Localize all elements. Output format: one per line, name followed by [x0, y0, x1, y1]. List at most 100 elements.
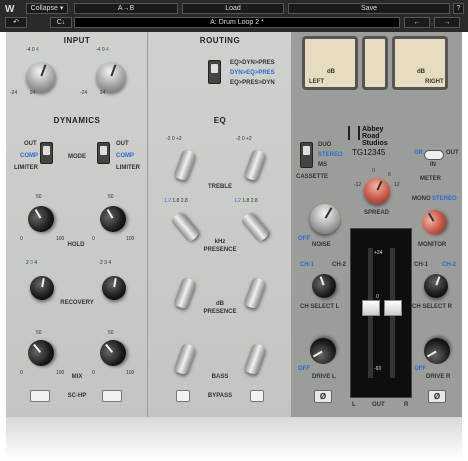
- ch-select-l-knob[interactable]: [308, 270, 340, 302]
- help-button[interactable]: ?: [453, 3, 464, 14]
- bass-left-lever[interactable]: [173, 342, 197, 376]
- copy-button[interactable]: C↓: [50, 17, 72, 28]
- mix-right-knob[interactable]: [94, 334, 132, 372]
- dynamics-title: DYNAMICS: [53, 116, 101, 125]
- ch-select-l-ch1-label: CH-1: [300, 262, 315, 268]
- input-left-scale-low: -24 24: [10, 90, 36, 96]
- recovery-left-knob[interactable]: [28, 274, 56, 302]
- hold-right-scale: 50: [108, 194, 114, 200]
- load-button[interactable]: Load: [182, 3, 284, 14]
- spread-scale-min: -12: [354, 182, 362, 188]
- fader-out-label: OUT: [372, 402, 385, 408]
- input-right-scale-top: -4 0 4: [96, 47, 109, 53]
- recovery-left-scale: 2 3 4: [26, 260, 38, 266]
- abbey-road-logo-icon: [348, 126, 360, 140]
- prev-preset-button[interactable]: ←: [404, 17, 430, 28]
- presence-db-left-lever[interactable]: [173, 276, 197, 310]
- right-vu-meter: dB RIGHT: [392, 36, 448, 90]
- meter-db-label-right: dB: [417, 69, 425, 75]
- ch-select-r-ch1-label: CH-1: [414, 262, 429, 268]
- hold-left-knob[interactable]: [23, 201, 59, 237]
- fader-l-label: L: [352, 402, 356, 408]
- schp-right-button[interactable]: [102, 390, 122, 402]
- bass-right-lever[interactable]: [243, 342, 267, 376]
- ch-select-r-knob[interactable]: [420, 270, 452, 302]
- ch-select-l-ch2-label: CH-2: [332, 262, 347, 268]
- drive-l-off-label: OFF: [298, 366, 310, 372]
- next-preset-button[interactable]: →: [434, 17, 460, 28]
- input-title: INPUT: [63, 36, 91, 45]
- treble-right-lever[interactable]: [243, 148, 267, 182]
- eq-title: EQ: [213, 116, 227, 125]
- bypass-label: BYPASS: [207, 393, 233, 399]
- presence-khz-label: kHz PRESENCE: [203, 239, 237, 253]
- ab-compare-button[interactable]: A→B: [74, 3, 178, 14]
- treble-left-lever[interactable]: [173, 148, 197, 182]
- monitor-mono-label: MONO: [412, 196, 431, 202]
- brand-label: Abbey Road Studios: [362, 126, 388, 147]
- mix-left-max: 100: [56, 370, 65, 376]
- drive-l-label: DRIVE L: [312, 374, 336, 380]
- mix-left-knob[interactable]: [22, 334, 60, 372]
- mix-right-min: 0: [92, 370, 95, 376]
- tg12345-section: dB LEFT dB RIGHT Abbey Road Studios TG12…: [292, 32, 462, 417]
- meter-label: METER: [420, 176, 441, 182]
- drive-l-knob[interactable]: [305, 333, 341, 369]
- input-left-scale-top: -4 0 4: [26, 47, 39, 53]
- recovery-label: RECOVERY: [60, 300, 94, 306]
- monitor-stereo-label: STEREO: [432, 196, 457, 202]
- bypass-right-button[interactable]: [250, 390, 264, 402]
- recovery-right-knob[interactable]: [100, 274, 128, 302]
- preset-name-field[interactable]: A: Drum Loop 2 *: [74, 17, 400, 28]
- meter-switch[interactable]: [424, 150, 444, 160]
- drive-r-knob[interactable]: [419, 333, 455, 369]
- bypass-left-button[interactable]: [176, 390, 190, 402]
- mix-right-max: 100: [126, 370, 135, 376]
- fader-left-cap[interactable]: [362, 300, 380, 316]
- routing-title: ROUTING: [199, 36, 241, 45]
- dyn-right-mode-toggle[interactable]: [97, 142, 110, 164]
- routing-option-1: EQ>DYN>PRES: [230, 60, 275, 66]
- spread-scale-mid: 6: [388, 172, 391, 178]
- drive-r-label: DRIVE R: [426, 374, 451, 380]
- undo-button[interactable]: ↶: [5, 17, 27, 28]
- spread-label: SPREAD: [364, 210, 390, 216]
- treble-right-scale: -2 0 +2: [236, 136, 252, 142]
- meter-in-label: IN: [430, 162, 436, 168]
- routing-selector[interactable]: [208, 60, 221, 84]
- cassette-label: CASSETTE: [296, 174, 329, 180]
- save-button[interactable]: Save: [288, 3, 450, 14]
- spread-scale-zero: 0: [372, 168, 375, 174]
- collapse-button[interactable]: Collapse ▾: [26, 3, 68, 14]
- mix-left-scale: 50: [36, 330, 42, 336]
- presence-khz-left-lever[interactable]: [169, 211, 201, 243]
- phase-right-button[interactable]: Ø: [428, 390, 446, 403]
- hold-right-knob[interactable]: [95, 201, 131, 237]
- phase-left-button[interactable]: Ø: [314, 390, 332, 403]
- dyn-left-comp-label: COMP: [20, 153, 38, 159]
- stereo-label: STEREO: [318, 152, 343, 158]
- monitor-knob[interactable]: [417, 205, 451, 239]
- input-dynamics-section: INPUT -4 0 4 -24 24 -4 0 4 -24 24 DYNAMI…: [6, 32, 148, 417]
- fader-scale-bottom: -60: [374, 366, 382, 372]
- input-right-scale-low: -24 24: [80, 90, 106, 96]
- fader-right-cap[interactable]: [384, 300, 402, 316]
- dyn-right-out-label: OUT: [116, 141, 129, 147]
- noise-knob[interactable]: [304, 198, 346, 240]
- ch-select-r-ch2-label: CH-2: [442, 262, 457, 268]
- meter-gr-label: GR: [414, 150, 423, 156]
- dyn-left-mode-toggle[interactable]: [40, 142, 53, 164]
- drive-r-off-label: OFF: [414, 366, 426, 372]
- bass-label: BASS: [211, 374, 229, 380]
- dyn-right-comp-label: COMP: [116, 153, 134, 159]
- fader-r-label: R: [404, 402, 409, 408]
- spread-knob[interactable]: [359, 173, 395, 209]
- mix-right-scale: 50: [108, 330, 114, 336]
- left-vu-meter: dB LEFT: [302, 36, 358, 90]
- mode-label: MODE: [68, 154, 86, 160]
- cassette-toggle[interactable]: [300, 142, 313, 168]
- schp-left-button[interactable]: [30, 390, 50, 402]
- presence-khz-right-lever[interactable]: [239, 211, 271, 243]
- presence-db-right-lever[interactable]: [243, 276, 267, 310]
- treble-label: TREBLE: [208, 184, 232, 190]
